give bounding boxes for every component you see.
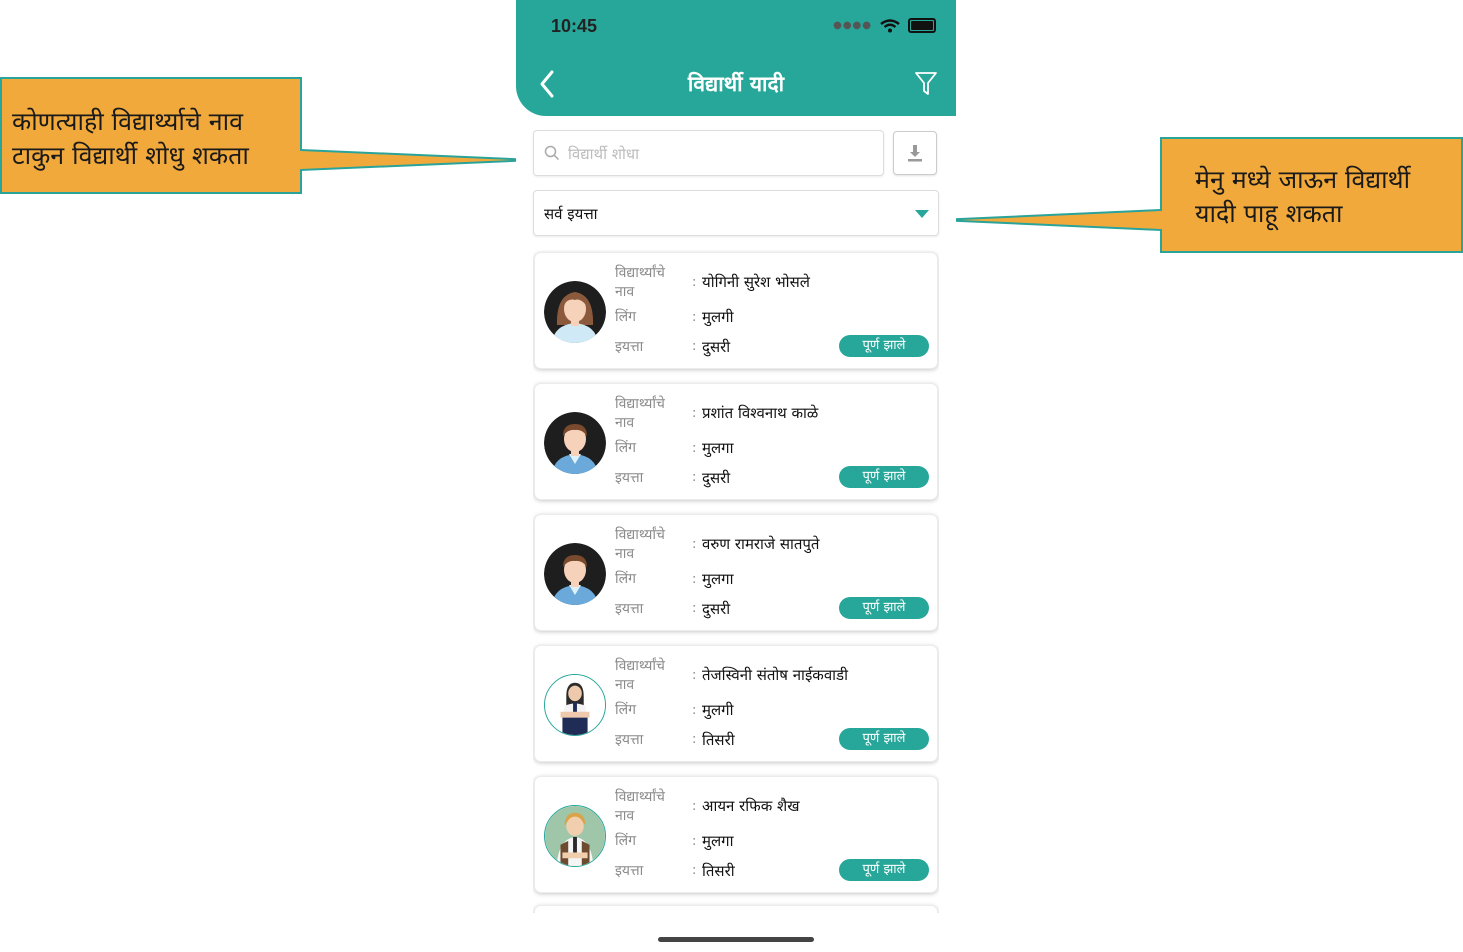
- search-box[interactable]: [533, 130, 884, 176]
- gender-label: लिंग: [615, 571, 636, 587]
- class-label: इयत्ता: [615, 339, 644, 355]
- callout-search-hint: कोणत्याही विद्यार्थ्याचे नाव टाकुन विद्य…: [0, 77, 302, 194]
- caret-down-icon: [915, 210, 929, 218]
- separator: :: [692, 799, 697, 814]
- download-icon: [908, 145, 922, 162]
- callout-line: मेनु मध्ये जाऊन विद्यार्थी: [1195, 165, 1411, 194]
- name-label: विद्यार्थ्यांचे नाव: [615, 789, 665, 824]
- separator: :: [692, 406, 697, 421]
- status-badge: पूर्ण झाले: [839, 335, 929, 357]
- class-filter-dropdown[interactable]: सर्व इयत्ता: [533, 190, 939, 236]
- status-time: 10:45: [551, 16, 598, 36]
- callout-line: कोणत्याही विद्यार्थ्याचे नाव: [12, 107, 243, 136]
- callout-line: यादी पाहू शकता: [1195, 199, 1343, 228]
- callout-pointer-left: [300, 148, 535, 172]
- status-icons: ●●●●: [833, 18, 936, 33]
- separator: :: [692, 470, 697, 485]
- student-class: दुसरी: [702, 469, 731, 487]
- search-input[interactable]: [566, 140, 870, 168]
- separator: :: [692, 601, 697, 616]
- class-label: इयत्ता: [615, 470, 644, 486]
- gender-label: लिंग: [615, 309, 636, 325]
- class-label: इयत्ता: [615, 732, 644, 748]
- callout-pointer-right: [937, 208, 1162, 232]
- status-badge: पूर्ण झाले: [839, 728, 929, 750]
- student-class: दुसरी: [702, 338, 731, 356]
- gender-label: लिंग: [615, 702, 636, 718]
- student-class: तिसरी: [702, 731, 735, 749]
- name-label: विद्यार्थ्यांचे नाव: [615, 658, 665, 693]
- phone-screen: 10:45 ●●●● विद्यार्थी यादी विद्यार्थी शो…: [516, 0, 956, 952]
- girl-avatar-icon: [544, 281, 606, 343]
- student-name: तेजस्विनी संतोष नाईकवाडी: [702, 666, 848, 684]
- student-name: आयन रफिक शैख: [702, 797, 800, 815]
- student-list: विद्यार्थ्यांचे नाव : योगिनी सुरेश भोसले…: [533, 250, 939, 913]
- separator: :: [692, 863, 697, 878]
- student-gender: मुलगा: [702, 832, 734, 850]
- separator: :: [692, 834, 697, 849]
- student-name: वरुण रामराजे सातपुते: [702, 535, 820, 553]
- wifi-icon: [880, 18, 900, 32]
- app-header: 10:45 ●●●● विद्यार्थी यादी: [516, 0, 956, 116]
- page-title: विद्यार्थी यादी: [687, 72, 785, 96]
- home-indicator: [658, 937, 814, 942]
- separator: :: [692, 703, 697, 718]
- status-badge: पूर्ण झाले: [839, 466, 929, 488]
- boy-avatar-icon: [544, 543, 606, 605]
- separator: :: [692, 668, 697, 683]
- separator: :: [692, 732, 697, 747]
- name-label: विद्यार्थ्यांचे नाव: [615, 527, 665, 562]
- student-name: प्रशांत विश्वनाथ काळे: [702, 404, 819, 422]
- student-card-partial[interactable]: [534, 905, 938, 913]
- name-label: विद्यार्थ्यांचे नाव: [615, 265, 665, 300]
- download-button[interactable]: [893, 131, 937, 175]
- student-class: तिसरी: [702, 862, 735, 880]
- student-gender: मुलगी: [702, 308, 734, 326]
- separator: :: [692, 339, 697, 354]
- student-card[interactable]: विद्यार्थ्यांचे नाव : योगिनी सुरेश भोसले…: [534, 252, 938, 369]
- boy-avatar-icon: [544, 412, 606, 474]
- name-label: विद्यार्थ्यांचे नाव: [615, 396, 665, 431]
- filter-icon[interactable]: [914, 70, 938, 98]
- signal-icon: ●●●●: [833, 20, 872, 31]
- student-gender: मुलगा: [702, 570, 734, 588]
- student-class: दुसरी: [702, 600, 731, 618]
- student-gender: मुलगी: [702, 701, 734, 719]
- status-badge: पूर्ण झाले: [839, 859, 929, 881]
- student-gender: मुलगा: [702, 439, 734, 457]
- gender-label: लिंग: [615, 440, 636, 456]
- battery-icon: [908, 18, 936, 33]
- gender-label: लिंग: [615, 833, 636, 849]
- callout-line: टाकुन विद्यार्थी शोधु शकता: [12, 141, 249, 170]
- student-card[interactable]: विद्यार्थ्यांचे नाव : वरुण रामराजे सातपु…: [534, 514, 938, 631]
- search-icon: [544, 145, 560, 161]
- status-badge: पूर्ण झाले: [839, 597, 929, 619]
- separator: :: [692, 572, 697, 587]
- separator: :: [692, 441, 697, 456]
- student-card[interactable]: विद्यार्थ्यांचे नाव : प्रशांत विश्वनाथ क…: [534, 383, 938, 500]
- student-card[interactable]: विद्यार्थ्यांचे नाव : आयन रफिक शैख लिंग …: [534, 776, 938, 893]
- callout-menu-hint: मेनु मध्ये जाऊन विद्यार्थी यादी पाहू शकत…: [1160, 137, 1463, 253]
- class-label: इयत्ता: [615, 601, 644, 617]
- student-photo-icon: [544, 674, 606, 736]
- class-label: इयत्ता: [615, 863, 644, 879]
- class-filter-value: सर्व इयत्ता: [544, 205, 598, 223]
- student-card[interactable]: विद्यार्थ्यांचे नाव : तेजस्विनी संतोष ना…: [534, 645, 938, 762]
- student-name: योगिनी सुरेश भोसले: [702, 273, 810, 291]
- separator: :: [692, 275, 697, 290]
- separator: :: [692, 537, 697, 552]
- separator: :: [692, 310, 697, 325]
- student-photo-icon: [544, 805, 606, 867]
